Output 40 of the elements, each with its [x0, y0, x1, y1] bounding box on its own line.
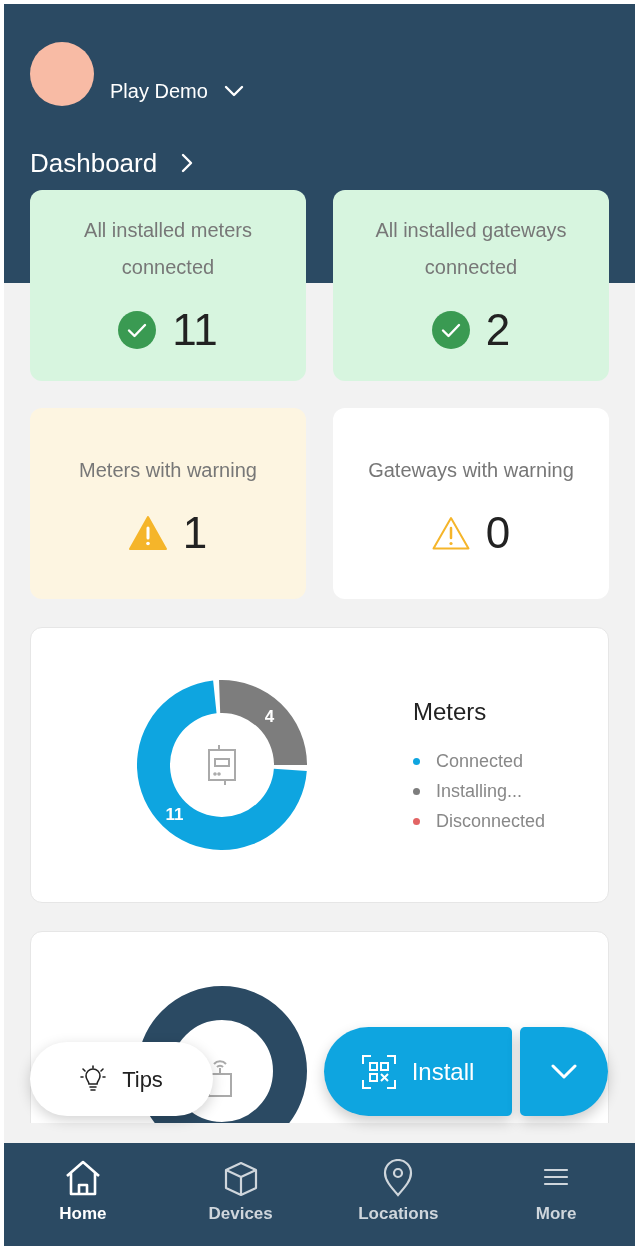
dashboard-link[interactable]: Dashboard [30, 140, 194, 186]
chevron-right-icon [181, 153, 194, 173]
tips-button[interactable]: Tips [30, 1042, 213, 1116]
legend-label: Installing... [436, 780, 523, 803]
slice-value: 4 [264, 706, 275, 726]
warning-icon [431, 516, 470, 550]
menu-icon [542, 1166, 571, 1188]
status-label: Meters with warning [78, 458, 258, 483]
chart-title: Meters [413, 697, 488, 727]
status-card[interactable]: All installed meters connected 11 [30, 190, 306, 381]
meters-card[interactable]: 11 4 Meters Connected Installing... Disconnected [30, 627, 609, 903]
legend-label: Disconnected [436, 810, 546, 833]
status-card[interactable]: All installed gateways connected 2 [333, 190, 609, 381]
check-circle-icon [118, 311, 157, 349]
lightbulb-icon [80, 1065, 107, 1093]
nav-tab[interactable]: Locations [319, 1143, 478, 1246]
nav-tab[interactable]: Home [4, 1143, 162, 1246]
check-circle-icon [431, 311, 470, 349]
meter-icon [208, 744, 236, 786]
status-card[interactable]: Meters with warning 1 [30, 408, 306, 599]
status-label: Gateways with warning [367, 458, 575, 483]
count-value: 2 [485, 308, 511, 352]
status-label: All installed gateways connected [374, 218, 568, 280]
count-value: 0 [485, 511, 511, 555]
count-value: 11 [172, 308, 218, 352]
legend-label: Connected [436, 750, 524, 773]
nav-tab[interactable]: Devices [161, 1143, 320, 1246]
qr-code-icon [361, 1054, 396, 1089]
count-value: 1 [182, 511, 208, 555]
status-label: All installed meters connected [83, 218, 253, 280]
slice-value: 11 [165, 805, 184, 825]
warning-icon [128, 516, 167, 550]
status-card[interactable]: Gateways with warning 0 [333, 408, 609, 599]
install-options-button[interactable] [520, 1027, 608, 1116]
nav-tab[interactable]: More [477, 1143, 635, 1246]
chevron-down-icon [223, 85, 244, 97]
cube-icon [222, 1161, 259, 1197]
account-switcher[interactable]: Play Demo [110, 76, 244, 106]
location-pin-icon [382, 1159, 415, 1197]
chevron-down-icon [551, 1063, 577, 1080]
